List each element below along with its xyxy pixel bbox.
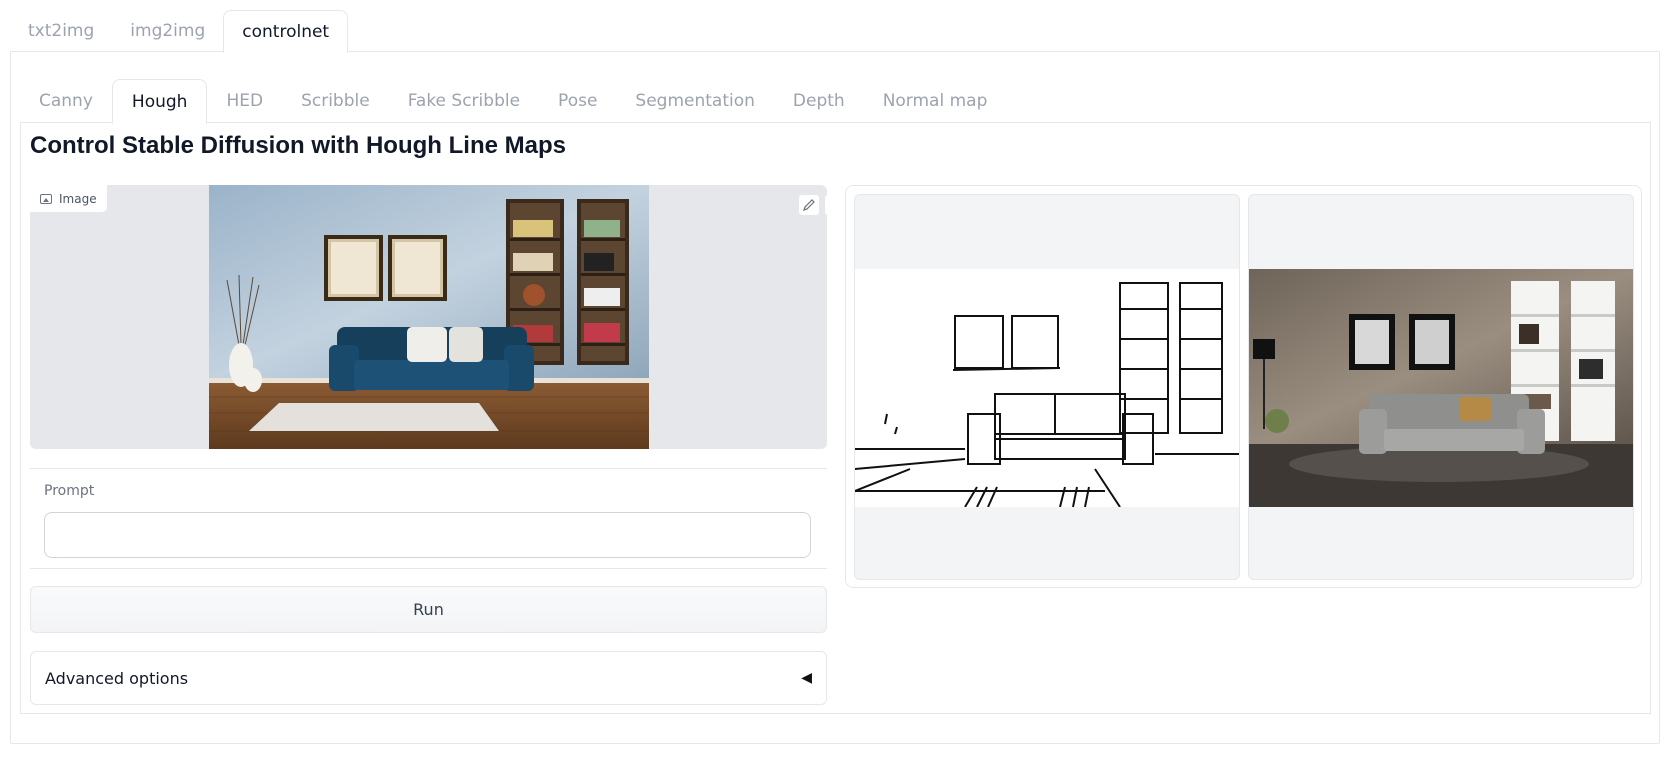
tab-hed[interactable]: HED: [207, 79, 282, 123]
pencil-icon: [803, 199, 815, 211]
generated-image: [1249, 269, 1633, 507]
clear-button[interactable]: [824, 194, 827, 216]
page-title: Control Stable Diffusion with Hough Line…: [30, 132, 566, 159]
gallery-item-hough-map[interactable]: [854, 194, 1240, 580]
tab-segmentation[interactable]: Segmentation: [616, 79, 773, 123]
tab-depth[interactable]: Depth: [774, 79, 864, 123]
input-image: [209, 185, 649, 449]
image-upload[interactable]: Image: [30, 185, 827, 449]
tab-fake-scribble[interactable]: Fake Scribble: [389, 79, 539, 123]
tab-scribble[interactable]: Scribble: [282, 79, 389, 123]
prompt-block: Prompt: [30, 468, 827, 569]
tab-normal-map[interactable]: Normal map: [864, 79, 1007, 123]
tab-controlnet[interactable]: controlnet: [223, 10, 349, 53]
hough-line-map-image: [855, 269, 1239, 507]
tab-pose[interactable]: Pose: [539, 79, 616, 123]
output-gallery: [845, 185, 1642, 588]
image-label-text: Image: [59, 191, 97, 206]
gallery-item-generated[interactable]: [1248, 194, 1634, 580]
prompt-label: Prompt: [44, 483, 95, 499]
image-icon: [40, 193, 52, 204]
edit-button[interactable]: [798, 194, 820, 216]
tab-hough[interactable]: Hough: [111, 79, 208, 124]
tab-canny[interactable]: Canny: [20, 79, 112, 123]
run-button[interactable]: Run: [30, 586, 827, 633]
caret-left-icon: ◀: [801, 670, 812, 686]
sub-tab-bar: Canny Hough HED Scribble Fake Scribble P…: [20, 79, 1007, 124]
prompt-input[interactable]: [44, 512, 811, 558]
advanced-options-accordion[interactable]: Advanced options ◀: [30, 651, 827, 705]
advanced-options-label: Advanced options: [45, 668, 189, 688]
top-tab-bar: txt2img img2img controlnet: [10, 10, 349, 53]
image-label: Image: [30, 185, 108, 213]
tab-img2img[interactable]: img2img: [112, 10, 223, 52]
tab-txt2img[interactable]: txt2img: [10, 10, 112, 52]
